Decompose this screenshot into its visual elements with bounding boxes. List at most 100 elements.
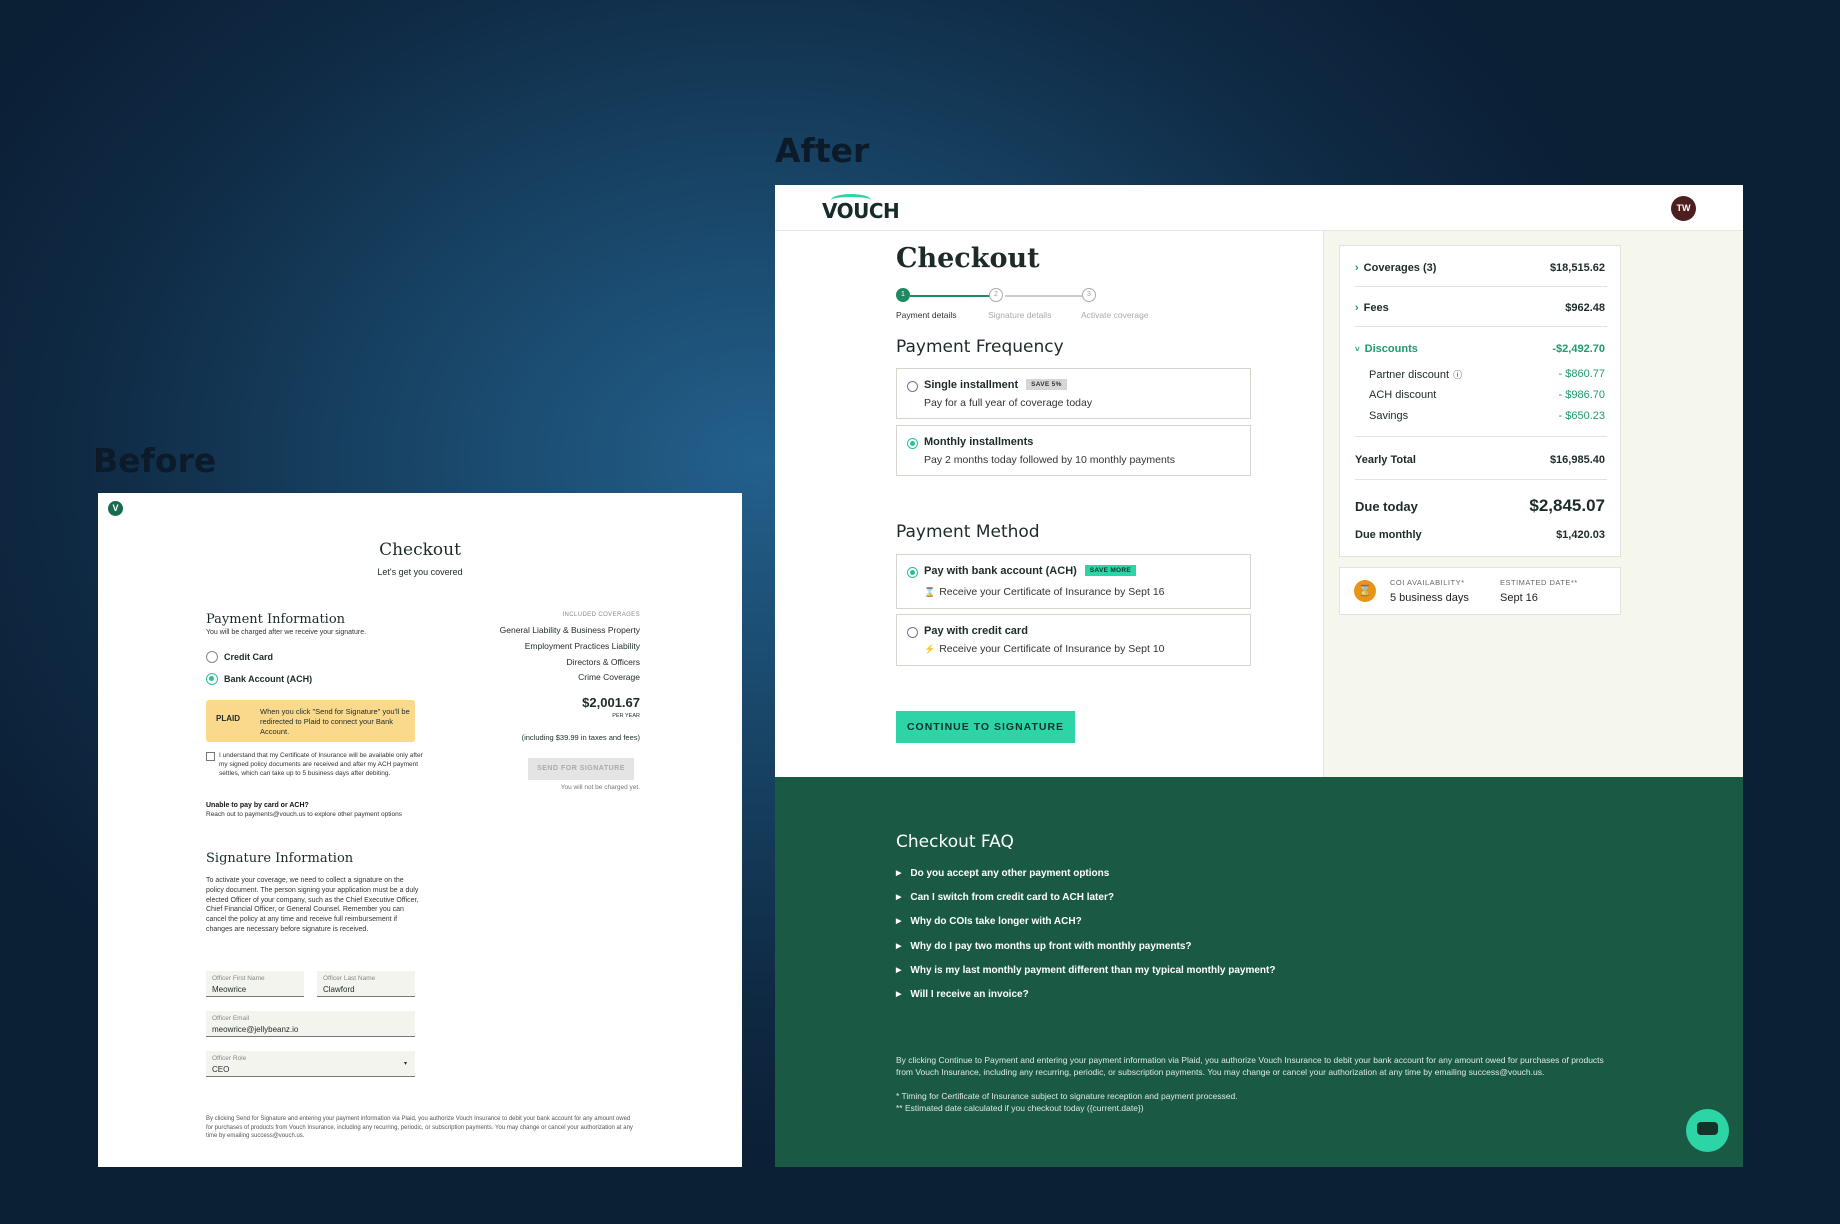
per-year-label: PER YEAR [612,713,640,719]
acknowledge-checkbox[interactable] [206,752,215,761]
faq-item[interactable]: ▶ Will I receive an invoice? [896,989,1029,1001]
faq-item[interactable]: ▶ Why is my last monthly payment differen… [896,965,1275,977]
option-title: Pay with bank account (ACH) [924,565,1077,577]
after-label: After [775,131,870,170]
caret-right-icon: ▶ [896,894,902,901]
legal-text: By clicking Send for Signature and enter… [206,1116,633,1140]
radio-icon [907,381,918,392]
caret-right-icon: ▶ [896,991,902,998]
faq-title: Checkout FAQ [896,832,1014,852]
faq-section: Checkout FAQ ▶ Do you accept any other pa… [775,777,1743,1167]
vouch-logo-icon: V [108,501,123,516]
field-label: Officer Last Name [323,975,376,982]
ach-discount-row: ACH discount - $986.70 [1369,389,1605,401]
frequency-heading: Payment Frequency [896,337,1064,357]
row-label: Discounts [1364,343,1418,355]
row-amount: $2,845.07 [1529,496,1605,515]
estimated-date-label: ESTIMATED DATE** [1500,578,1578,587]
divider [1355,286,1607,287]
due-monthly-row: Due monthly $1,420.03 [1355,529,1605,541]
before-screenshot: V Checkout Let's get you covered Payment… [98,493,742,1167]
option-monthly-installments[interactable]: Monthly installments Pay 2 months today … [896,425,1251,476]
faq-item[interactable]: ▶ Why do I pay two months up front with m… [896,941,1192,953]
row-amount: $16,985.40 [1549,454,1605,466]
vouch-logo[interactable]: VOUCH [822,199,900,223]
officer-first-name-field[interactable]: Officer First Name Meowrice [206,971,304,997]
option-desc: Pay for a full year of coverage today [924,397,1093,409]
field-value: Meowrice [212,985,247,994]
payment-heading: Payment Information [206,612,346,627]
officer-email-field[interactable]: Officer Email meowrice@jellybeanz.io [206,1011,415,1037]
coverage-item: Directors & Officers [566,657,640,667]
faq-item[interactable]: ▶ Do you accept any other payment options [896,868,1109,880]
coverages-label: INCLUDED COVERAGES [562,612,640,618]
save-badge: SAVE 5% [1026,379,1067,390]
option-title: Monthly installments [924,436,1034,448]
radio-credit-card[interactable]: Credit Card [206,651,273,663]
progress-line [1005,295,1083,297]
radio-label: Bank Account (ACH) [224,674,313,684]
option-desc: Receive your Certificate of Insurance by… [939,643,1165,655]
avatar[interactable]: TW [1671,196,1696,221]
page-subtitle: Let's get you covered [377,567,463,577]
field-value: meowrice@jellybeanz.io [212,1025,299,1034]
faq-question: Why is my last monthly payment different… [910,965,1276,976]
step-2-label: Signature details [988,310,1052,320]
field-label: Officer Role [212,1055,247,1062]
progress-line [910,295,990,297]
fees-row[interactable]: › Fees $962.48 [1355,302,1605,314]
row-label: Yearly Total [1355,454,1416,466]
hourglass-icon: ⌛ [1354,580,1376,602]
send-for-signature-button[interactable]: SEND FOR SIGNATURE [528,758,634,780]
row-amount: - $986.70 [1558,389,1605,401]
radio-icon [206,651,218,663]
officer-last-name-field[interactable]: Officer Last Name Clawford [317,971,415,997]
after-screenshot: VOUCH TW Checkout 1 2 3 Payment details … [775,185,1743,1167]
partner-discount-row: Partner discount ⓘ - $860.77 [1369,368,1605,381]
discounts-row[interactable]: ˅ Discounts -$2,492.70 [1355,343,1605,355]
footnote-estimate: ** Estimated date calculated if you chec… [896,1103,1144,1113]
divider [1355,436,1607,437]
savings-row: Savings - $650.23 [1369,410,1605,422]
annual-price: $2,001.67 [582,695,640,710]
row-label: Coverages (3) [1363,262,1437,274]
row-amount: -$2,492.70 [1552,343,1605,355]
continue-to-signature-button[interactable]: CONTINUE TO SIGNATURE [896,711,1075,743]
faq-legal-text: By clicking Continue to Payment and ente… [896,1055,1604,1078]
chat-bubble-icon[interactable] [1686,1109,1729,1152]
divider [1355,326,1607,327]
row-label: Fees [1363,302,1389,314]
option-single-installment[interactable]: Single installment SAVE 5% Pay for a full… [896,368,1251,419]
faq-item[interactable]: ▶ Can I switch from credit card to ACH la… [896,892,1114,904]
option-bank-account[interactable]: Pay with bank account (ACH) SAVE MORE ⌛ Re… [896,554,1251,609]
faq-question: Why do COIs take longer with ACH? [910,916,1082,927]
coverage-item: Crime Coverage [578,672,640,682]
unable-text: Reach out to payments@vouch.us to explor… [206,811,402,818]
coverages-row[interactable]: › Coverages (3) $18,515.62 [1355,262,1605,274]
faq-question: Why do I pay two months up front with mo… [910,941,1192,952]
faq-item[interactable]: ▶ Why do COIs take longer with ACH? [896,916,1082,928]
option-credit-card[interactable]: Pay with credit card ⚡ Receive your Certi… [896,614,1251,666]
row-label: Due monthly [1355,529,1422,541]
footnote-timing: * Timing for Certificate of Insurance su… [896,1091,1238,1101]
row-amount: $962.48 [1565,302,1605,314]
officer-role-select[interactable]: Officer Role CEO ▾ [206,1051,415,1077]
due-today-row: Due today $2,845.07 [1355,496,1605,515]
page-title: Checkout [379,540,461,560]
row-label: Partner discount [1369,369,1450,381]
radio-selected-icon [206,673,218,685]
caret-right-icon: ▶ [896,943,902,950]
radio-bank-account[interactable]: Bank Account (ACH) [206,673,312,685]
caret-right-icon: ▶ [896,967,902,974]
row-label: Due today [1355,499,1418,514]
field-label: Officer First Name [212,975,265,982]
chevron-right-icon: › [1355,262,1359,274]
top-header: VOUCH TW [775,185,1743,231]
coi-availability-label: COI AVAILABILITY* [1390,578,1465,587]
chevron-down-icon: ▾ [403,1061,407,1067]
yearly-total-row: Yearly Total $16,985.40 [1355,454,1605,466]
taxes-note: (including $39.99 in taxes and fees) [521,733,640,742]
step-3-label: Activate coverage [1081,310,1149,320]
row-amount: - $860.77 [1558,368,1605,380]
info-icon[interactable]: ⓘ [1453,370,1462,380]
